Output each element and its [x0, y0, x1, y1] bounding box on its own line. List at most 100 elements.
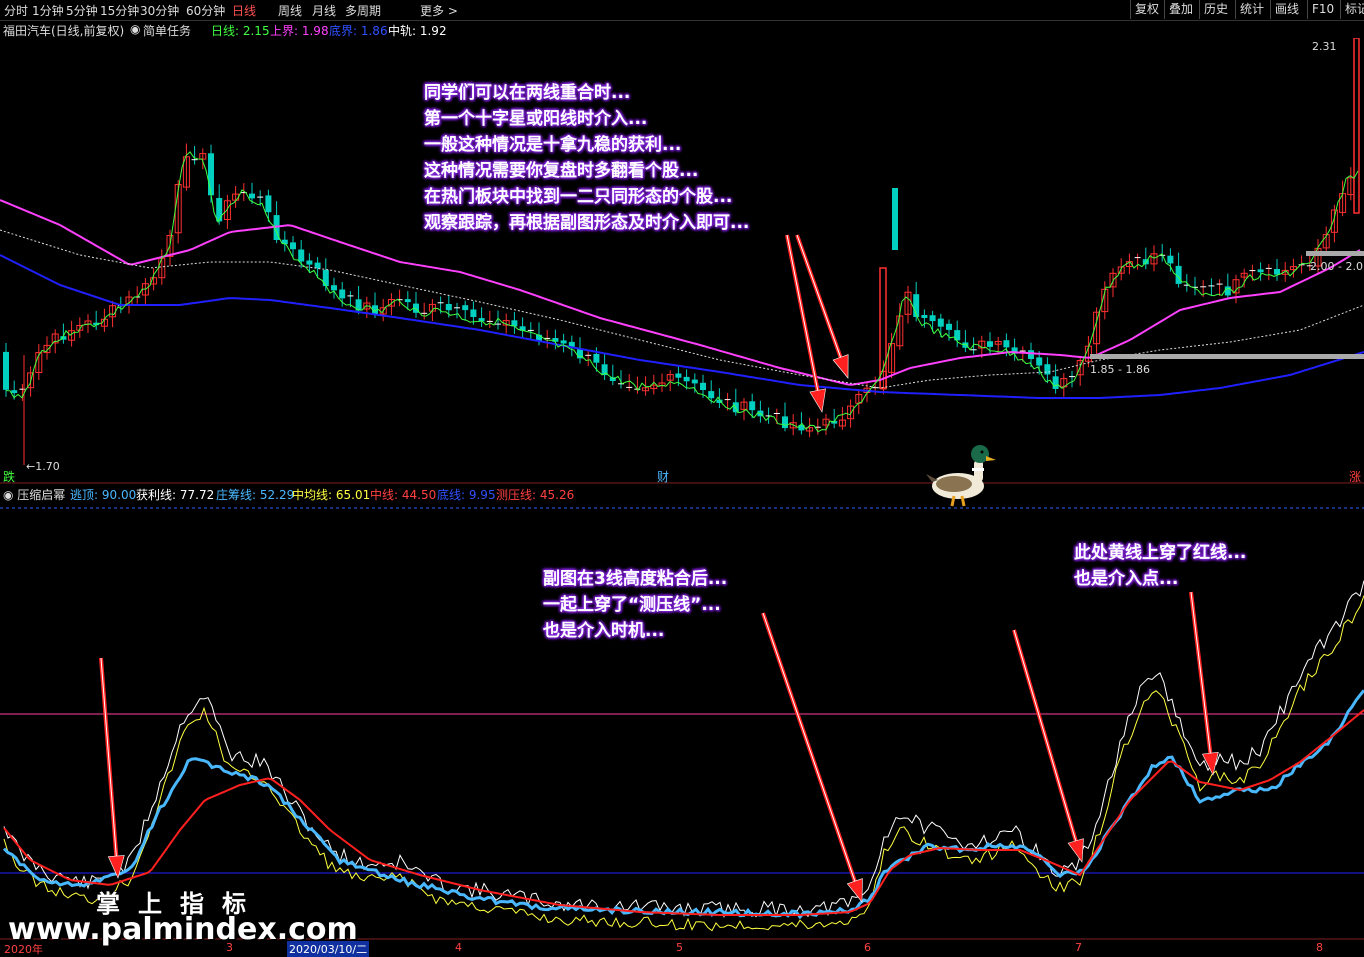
- candle-last-up: [1353, 38, 1360, 214]
- sub-arrow-2-highlight: [762, 612, 856, 882]
- line-value: 日线: 2.15: [211, 24, 270, 38]
- candle-body: [782, 416, 788, 429]
- tab-7[interactable]: 周线: [278, 2, 302, 19]
- candle-body: [1167, 255, 1174, 264]
- main-arrow-2-head: [832, 354, 849, 379]
- candle-body: [462, 305, 469, 311]
- candle-body: [749, 401, 756, 411]
- tab-4[interactable]: 30分钟: [140, 2, 179, 19]
- candle-body: [445, 304, 452, 311]
- tab-2[interactable]: 5分钟: [66, 2, 98, 19]
- candle-big-down: [892, 188, 898, 250]
- date-label-5: 6: [864, 941, 871, 954]
- indicator-name[interactable]: ◉ 压缩启幂: [3, 486, 65, 503]
- date-label-2: 2020/03/10/二: [287, 941, 370, 957]
- ma-white-dotted-line: [0, 229, 1364, 389]
- tab-0[interactable]: 分时: [4, 2, 28, 19]
- toolbar-button-5[interactable]: F10: [1307, 0, 1338, 19]
- main-arrow-1-highlight: [786, 234, 819, 391]
- candle-body: [946, 323, 952, 330]
- candle-body: [322, 270, 329, 287]
- toolbar-button-1[interactable]: 叠加: [1164, 0, 1197, 19]
- tab-3[interactable]: 15分钟: [100, 2, 139, 19]
- indicator-value-1: 获利线: 77.72: [136, 488, 215, 502]
- candle-body: [339, 289, 346, 299]
- candle-body: [404, 299, 411, 303]
- candle-body: [593, 353, 600, 363]
- main-chart-info-bar: 福田汽车(日线,前复权) ◉ 简单任务 日线: 2.15 上界: 1.98 底界…: [0, 20, 1364, 38]
- candle-body: [1257, 269, 1264, 273]
- candle-body: [700, 382, 706, 390]
- indicator-value-4: 中线: 44.50: [370, 488, 437, 502]
- date-label-1: 3: [226, 941, 233, 954]
- candle-body: [1003, 340, 1010, 348]
- candle-body: [331, 285, 337, 291]
- task-icon[interactable]: ◉: [130, 22, 140, 36]
- tab-8[interactable]: 月线: [312, 2, 336, 19]
- toolbar-button-0[interactable]: 复权: [1130, 0, 1163, 19]
- date-label-0: 2020年: [4, 943, 43, 956]
- candle-body: [265, 195, 272, 213]
- candle-body: [11, 390, 18, 394]
- mid-value: 中轨: 1.92: [388, 24, 447, 38]
- indicator-value-6: 测压线: 45.26: [496, 488, 575, 502]
- toolbar-button-2[interactable]: 历史: [1199, 0, 1232, 19]
- candle-body: [1052, 376, 1059, 389]
- indicator-value-2: 庄筹线: 52.29: [216, 488, 295, 502]
- date-label-4: 5: [676, 941, 683, 954]
- tab-1[interactable]: 1分钟: [32, 2, 64, 19]
- resistance-range-bar: [1306, 251, 1364, 256]
- date-label-3: 4: [455, 941, 462, 954]
- candle-body: [683, 376, 690, 382]
- upper-value: 上界: 1.98: [270, 24, 329, 38]
- candle-body: [675, 373, 682, 378]
- toolbar-button-6[interactable]: 标记: [1340, 0, 1364, 19]
- candle-body: [1044, 364, 1051, 375]
- annotation-sub-1: 副图在3线高度粘合后... 一起上穿了“测压线”... 也是介入时机...: [543, 569, 728, 641]
- candle-body: [937, 318, 944, 327]
- sub-arrow-3-head: [1067, 838, 1084, 863]
- task-label[interactable]: 简单任务: [143, 22, 191, 39]
- candle-body: [987, 341, 993, 347]
- indicator-value-5: 底线: 9.95: [437, 488, 496, 502]
- candle-body: [290, 242, 296, 250]
- rise-marker: 涨: [1349, 469, 1361, 484]
- chips-line: [2, 689, 1364, 920]
- candle-body: [470, 309, 477, 317]
- candle-body: [3, 351, 9, 390]
- candle-body: [1224, 286, 1231, 296]
- tab-9[interactable]: 多周期: [345, 2, 381, 19]
- candle-body: [216, 198, 223, 222]
- duck-icon: [926, 445, 996, 507]
- period-toolbar: 分时 1分钟 5分钟 15分钟 30分钟 60分钟 日线 周线 月线 多周期 更多 > 复权 叠加 历史统…: [0, 0, 1364, 21]
- toolbar-button-4[interactable]: 画线: [1270, 0, 1303, 19]
- candle-body: [1028, 350, 1034, 359]
- range-lower-label: 1.85 - 1.86: [1090, 363, 1150, 376]
- toolbar-button-3[interactable]: 统计: [1235, 0, 1268, 19]
- price-low-label: ←1.70: [26, 460, 60, 473]
- candle-body: [306, 260, 313, 265]
- tab-5[interactable]: 60分钟: [186, 2, 225, 19]
- candle-body: [314, 262, 321, 269]
- tab-10[interactable]: 更多 >: [420, 2, 458, 19]
- main-arrow-2-highlight: [796, 234, 842, 358]
- date-axis: 2020年 3 2020/03/10/二 4 5 6 7 8: [0, 940, 1364, 957]
- sub-arrow-3-highlight: [1013, 629, 1077, 842]
- tab-6[interactable]: 日线: [232, 2, 256, 19]
- annotation-main: 同学们可以在两线重合时... 第一个十字星或阳线时介入... 一般这种情况是十拿…: [424, 83, 750, 233]
- indicator-value-0: 逃顶: 90.00: [70, 488, 137, 502]
- range-upper-label: 2.00 - 2.01: [1310, 260, 1364, 273]
- sub-chart-info-bar: ◉ 压缩启幂 逃顶: 90.00 获利线: 77.72 庄筹线: 52.29 中均线: …: [0, 484, 1364, 502]
- sub-arrow-4-highlight: [1190, 591, 1211, 754]
- sub-arrow-1-highlight: [100, 657, 117, 857]
- candle-body: [921, 315, 928, 318]
- candle-body: [929, 315, 936, 322]
- stock-name[interactable]: 福田汽车(日线,前复权): [3, 22, 124, 39]
- ma-blue-line: [0, 254, 1364, 399]
- fall-marker: 跌: [3, 469, 15, 484]
- date-label-7: 8: [1316, 941, 1323, 954]
- price-high-label: 2.31: [1312, 40, 1337, 53]
- date-label-6: 7: [1075, 941, 1082, 954]
- support-range-bar: [1090, 354, 1364, 359]
- candle-body: [708, 391, 715, 399]
